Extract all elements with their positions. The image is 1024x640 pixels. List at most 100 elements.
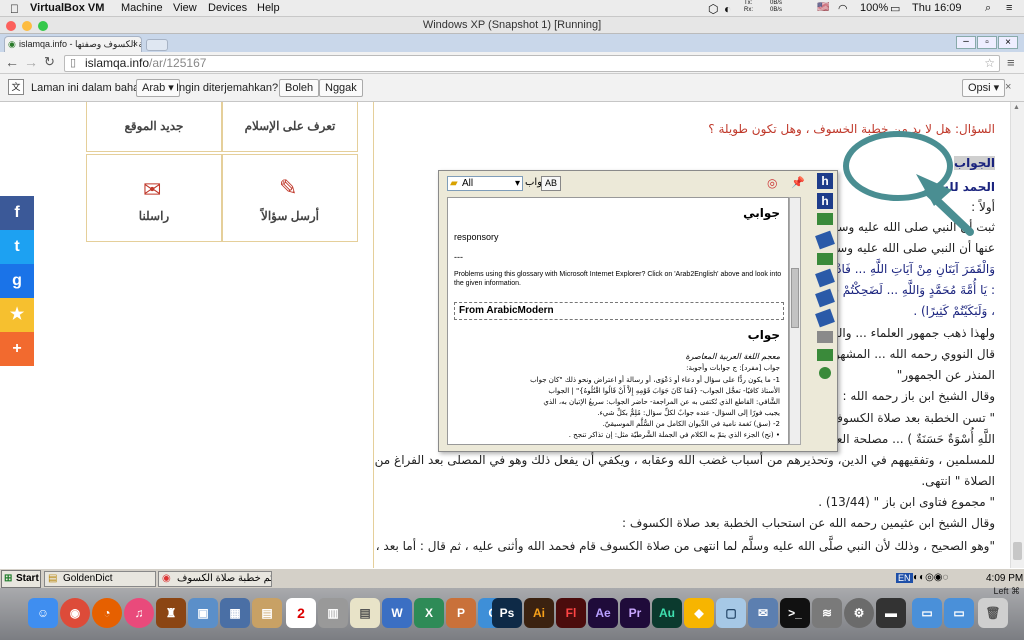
clock[interactable]: Thu 16:09 <box>912 2 962 14</box>
finder-icon[interactable]: ☺ <box>28 598 58 628</box>
back-icon[interactable]: ← <box>5 54 19 70</box>
dictionary-section-header[interactable]: From ArabicModern <box>454 302 784 320</box>
scroll-up-icon[interactable]: ▲ <box>1013 104 1020 111</box>
battery-icon[interactable]: ▭ <box>890 2 900 15</box>
after-effects-icon[interactable]: Ae <box>588 598 618 628</box>
pronounce-button[interactable]: AB <box>541 176 562 191</box>
menu-help[interactable]: Help <box>257 2 280 14</box>
close-window-button[interactable] <box>6 21 16 31</box>
photoshop-icon[interactable]: Ps <box>492 598 522 628</box>
browser-tab[interactable]: ◉ islamqa.info - خطبة الكسوف وصفتها × <box>4 36 142 52</box>
tray-icons[interactable]: ◐◐◎◉◌ <box>913 572 948 583</box>
google-share-icon[interactable]: g <box>0 264 34 298</box>
reload-icon[interactable]: ↻ <box>44 54 55 70</box>
menu-view[interactable]: View <box>173 2 197 14</box>
menu-machine[interactable]: Machine <box>121 2 163 14</box>
itunes-icon[interactable]: ♫ <box>124 598 154 628</box>
dropbox-icon[interactable]: ⬡ <box>708 2 718 16</box>
language-indicator[interactable]: EN <box>896 573 913 583</box>
word-icon[interactable]: W <box>382 598 412 628</box>
menu-devices[interactable]: Devices <box>208 2 247 14</box>
notes-icon[interactable]: ▤ <box>252 598 282 628</box>
translate-no-button[interactable]: Nggak <box>319 79 363 97</box>
minimize-icon[interactable]: – <box>956 36 976 49</box>
dictionary-scroll-thumb[interactable] <box>791 268 799 328</box>
system-preferences-icon[interactable]: ⚙ <box>844 598 874 628</box>
dict-book2-icon[interactable] <box>815 268 835 288</box>
translate-options-button[interactable]: Opsi ▾ <box>962 79 1006 97</box>
dict-gray-icon[interactable] <box>817 331 833 343</box>
dict-h2-icon[interactable]: h <box>817 193 833 209</box>
forward-icon[interactable]: → <box>24 54 38 70</box>
close-icon[interactable]: × <box>998 36 1018 49</box>
url-field[interactable]: ▯ islamqa.info/ar/125167 ☆ <box>64 55 1000 72</box>
sketch-icon[interactable]: ◆ <box>684 598 714 628</box>
wifi-icon[interactable]: ◠ <box>838 2 848 15</box>
trash-icon[interactable]: 🗑 <box>978 598 1008 628</box>
taskbar-chrome[interactable]: ◉ حكم خطبة صلاة الكسوف ... <box>158 571 272 587</box>
dict-book-icon[interactable] <box>815 230 835 250</box>
more-share-icon[interactable]: + <box>0 332 34 366</box>
contacts-icon[interactable]: ▥ <box>318 598 348 628</box>
activity-icon[interactable]: ≋ <box>812 598 842 628</box>
maximize-icon[interactable]: ▫ <box>977 36 997 49</box>
mail-icon[interactable]: ✉ <box>748 598 778 628</box>
menu-icon[interactable]: ≡ <box>1007 55 1015 70</box>
dict-green-icon[interactable] <box>817 253 833 265</box>
taskbar-goldendict[interactable]: ▤ GoldenDict <box>44 571 156 587</box>
net-monitor[interactable]: Tx: Rx: <box>744 0 753 14</box>
dict-h-icon[interactable]: h <box>817 173 833 189</box>
facebook-share-icon[interactable]: f <box>0 196 34 230</box>
tile-about-islam[interactable]: تعرف على الإسلام <box>222 102 358 152</box>
flag-icon[interactable]: 🇺🇸 <box>817 2 829 13</box>
alfred-icon[interactable]: ♜ <box>156 598 186 628</box>
group-select[interactable]: ▰ All ▾ <box>447 176 523 191</box>
dict-green2-icon[interactable] <box>817 349 833 361</box>
wiki-icon[interactable]: ◎ <box>767 176 777 190</box>
twitter-share-icon[interactable]: t <box>0 230 34 264</box>
new-tab-button[interactable] <box>146 39 168 51</box>
illustrator-icon[interactable]: Ai <box>524 598 554 628</box>
zoom-window-button[interactable] <box>38 21 48 31</box>
excel-icon[interactable]: X <box>414 598 444 628</box>
chrome-dock-icon[interactable]: ◉ <box>60 598 90 628</box>
firefox-icon[interactable]: ◔ <box>92 598 122 628</box>
language-select[interactable]: Arab ▾ <box>136 79 180 97</box>
premiere-icon[interactable]: Pr <box>620 598 650 628</box>
preview-icon[interactable]: ▣ <box>188 598 218 628</box>
dictionary-icon[interactable]: ▤ <box>350 598 380 628</box>
menu-app-name[interactable]: VirtualBox VM <box>30 2 104 14</box>
page-scrollbar[interactable]: ▲ <box>1010 102 1024 568</box>
favorite-share-icon[interactable]: ★ <box>0 298 34 332</box>
powerpoint-icon[interactable]: P <box>446 598 476 628</box>
tile-new-site[interactable]: جديد الموقع <box>86 102 222 152</box>
close-tab-icon[interactable]: × <box>133 37 138 52</box>
status-icon[interactable]: ◐ <box>724 2 731 16</box>
image-capture-icon[interactable]: ▦ <box>220 598 250 628</box>
apple-icon[interactable]:  <box>10 2 19 16</box>
downloads-folder-icon[interactable]: ▭ <box>944 598 974 628</box>
dict-round-icon[interactable] <box>819 367 831 379</box>
dict-book4-icon[interactable] <box>815 308 835 328</box>
audition-icon[interactable]: Au <box>652 598 682 628</box>
tile-contact[interactable]: ✉ راسلنا <box>86 154 222 242</box>
close-translate-icon[interactable]: × <box>1005 81 1011 93</box>
terminal-icon[interactable]: >_ <box>780 598 810 628</box>
scroll-thumb[interactable] <box>1013 542 1022 560</box>
calendar-icon[interactable]: 2 <box>286 598 316 628</box>
notifications-icon[interactable]: ≡ <box>1006 2 1012 14</box>
dict-book3-icon[interactable] <box>815 288 835 308</box>
tile-send-question[interactable]: ✎ أرسل سؤالاً <box>222 154 358 242</box>
minimize-window-button[interactable] <box>22 21 32 31</box>
spotlight-icon[interactable]: ⌕ <box>985 2 991 15</box>
screen-icon[interactable]: ▬ <box>876 598 906 628</box>
dictionary-scrollbar[interactable] <box>789 197 801 445</box>
flash-icon[interactable]: Fl <box>556 598 586 628</box>
applications-folder-icon[interactable]: ▭ <box>912 598 942 628</box>
translate-yes-button[interactable]: Boleh <box>279 79 320 97</box>
pin-icon[interactable]: 📌 <box>791 176 805 189</box>
bookmark-star-icon[interactable]: ☆ <box>984 56 995 71</box>
start-button[interactable]: ⊞ Start <box>1 570 41 588</box>
dict-flag-icon[interactable] <box>817 213 833 225</box>
virtualbox-icon[interactable]: ▢ <box>716 598 746 628</box>
